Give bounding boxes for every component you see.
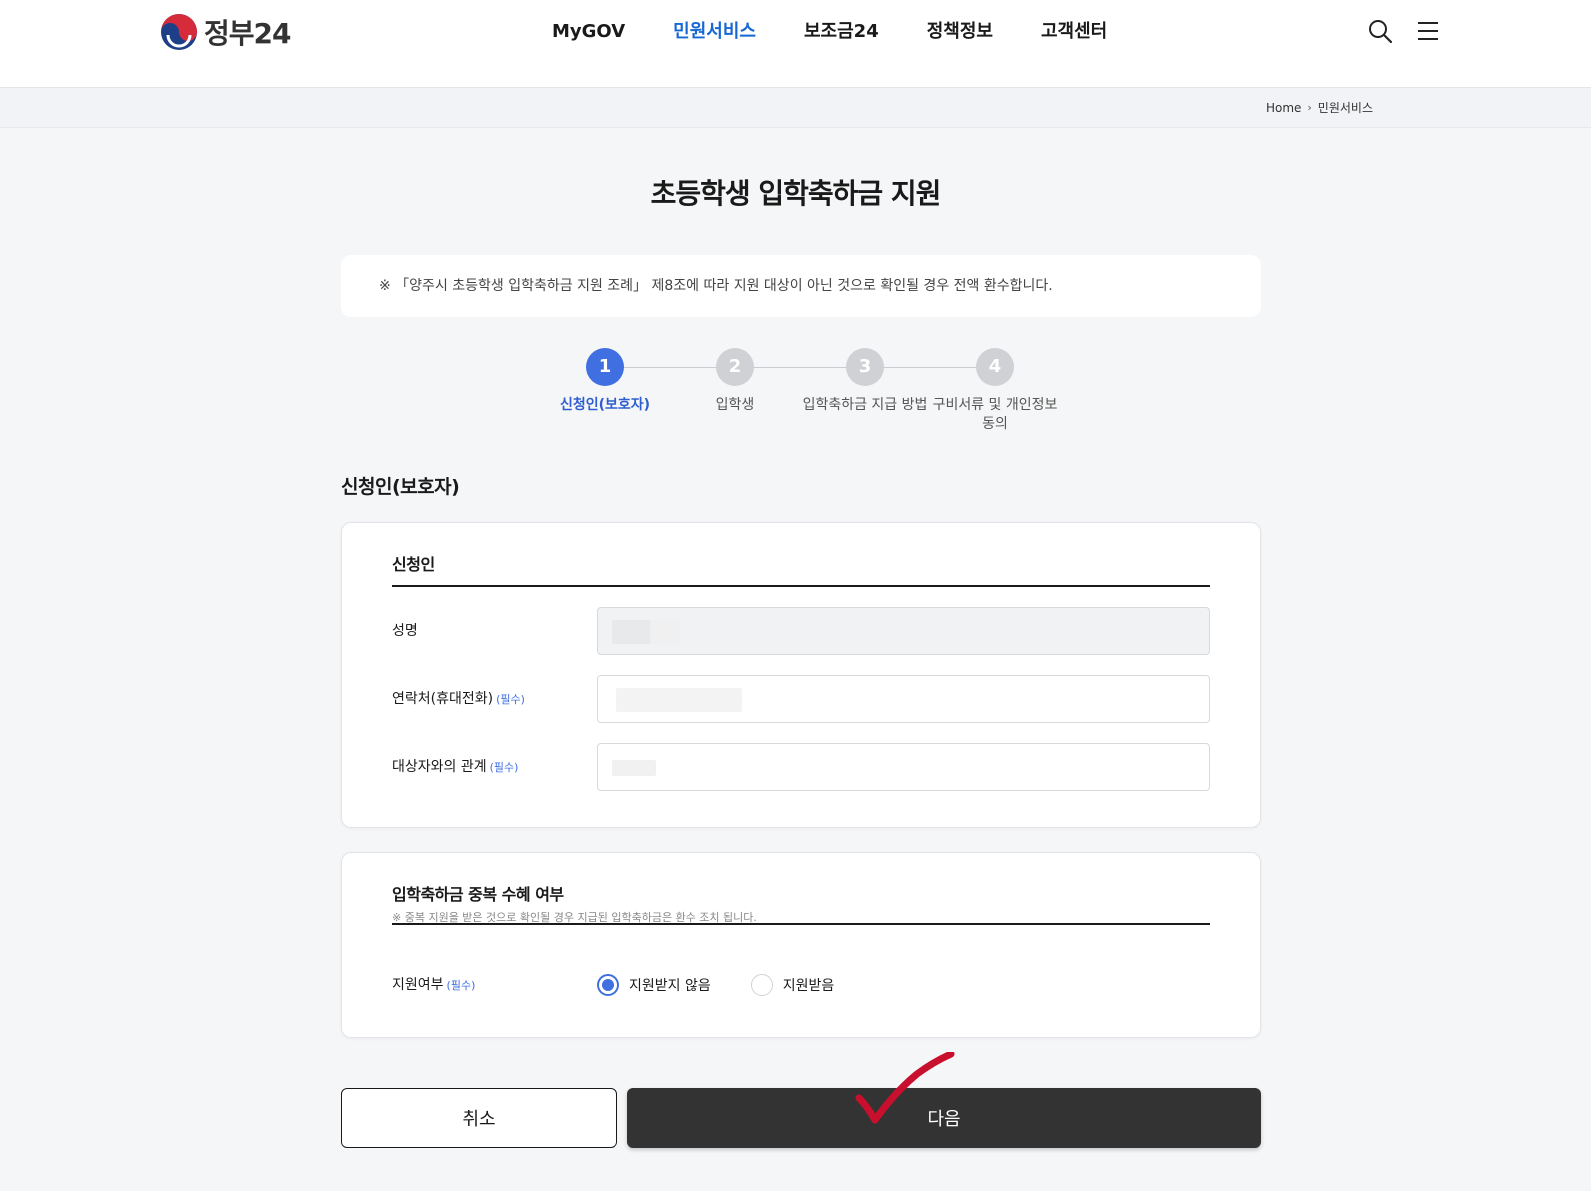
menu-icon[interactable] bbox=[1415, 18, 1441, 44]
step-number: 3 bbox=[846, 348, 884, 386]
name-label: 성명 bbox=[392, 623, 418, 639]
duplicate-card-title: 입학축하금 중복 수혜 여부 bbox=[392, 885, 564, 904]
step-label: 입학생 bbox=[715, 397, 755, 413]
radio-checked-icon[interactable] bbox=[597, 974, 619, 996]
cancel-button[interactable]: 취소 bbox=[341, 1088, 617, 1148]
step-3: 3 입학축하금 지급 방법 bbox=[800, 346, 930, 415]
name-row: 성명 bbox=[392, 607, 1210, 655]
step-label: 구비서류 및 개인정보 동의 bbox=[932, 397, 1058, 432]
duplicate-benefit-card: 입학축하금 중복 수혜 여부 ※ 중복 지원을 받은 것으로 확인될 경우 지급… bbox=[341, 852, 1261, 1038]
step-number: 4 bbox=[976, 348, 1014, 386]
radio-unchecked-icon[interactable] bbox=[750, 974, 773, 996]
masked-value bbox=[650, 620, 680, 644]
relation-input[interactable] bbox=[597, 743, 1210, 791]
header-actions bbox=[1367, 18, 1441, 44]
step-1: 1 신청인(보호자) bbox=[540, 346, 670, 415]
page-title: 초등학생 입학축하금 지원 bbox=[650, 177, 942, 210]
masked-value bbox=[612, 620, 650, 644]
relation-label: 대상자와의 관계 (필수) bbox=[392, 759, 519, 775]
site-header: 정부24 MyGOV 민원서비스 보조금24 정책정보 고객센터 bbox=[0, 0, 1591, 88]
nav-item-customer-center[interactable]: 고객센터 bbox=[1041, 18, 1107, 46]
nav-item-policy-info[interactable]: 정책정보 bbox=[927, 18, 993, 46]
step-4: 4 구비서류 및 개인정보 동의 bbox=[930, 346, 1060, 434]
nav-item-civil-service[interactable]: 민원서비스 bbox=[673, 18, 756, 46]
breadcrumb-bar: Home › 민원서비스 bbox=[0, 88, 1591, 128]
step-number: 2 bbox=[716, 348, 754, 386]
support-radio-group: 지원받지 않음 지원받음 bbox=[597, 961, 834, 1009]
next-button[interactable]: 다음 bbox=[627, 1088, 1261, 1148]
radio-label: 지원받지 않음 bbox=[629, 978, 711, 994]
radio-received[interactable]: 지원받음 bbox=[750, 974, 835, 996]
breadcrumb-home[interactable]: Home bbox=[1266, 101, 1301, 115]
step-2: 2 입학생 bbox=[670, 346, 800, 415]
step-number: 1 bbox=[586, 348, 624, 386]
progress-stepper: 1 신청인(보호자) 2 입학생 3 입학축하금 지급 방법 4 구비서류 및 … bbox=[540, 346, 1060, 436]
phone-label: 연락처(휴대전화) (필수) bbox=[392, 691, 525, 707]
relation-row: 대상자와의 관계 (필수) bbox=[392, 743, 1210, 791]
step-label: 입학축하금 지급 방법 bbox=[802, 397, 928, 413]
applicant-card: 신청인 성명 연락처(휴대전화) (필수) 대상자와의 관계 (필수) bbox=[341, 522, 1261, 828]
phone-input[interactable] bbox=[597, 675, 1210, 723]
breadcrumb-current[interactable]: 민원서비스 bbox=[1318, 99, 1373, 116]
masked-value bbox=[616, 688, 742, 712]
radio-label: 지원받음 bbox=[782, 978, 835, 994]
applicant-card-header: 신청인 bbox=[392, 551, 1210, 587]
support-label: 지원여부 (필수) bbox=[392, 977, 476, 993]
taegeuk-logo-icon bbox=[161, 14, 197, 50]
name-field[interactable] bbox=[597, 607, 1210, 655]
duplicate-card-note: ※ 중복 지원을 받은 것으로 확인될 경우 지급된 입학축하금은 환수 조치 … bbox=[392, 911, 757, 924]
breadcrumb: Home › 민원서비스 bbox=[1266, 99, 1373, 116]
duplicate-card-header: 입학축하금 중복 수혜 여부 ※ 중복 지원을 받은 것으로 확인될 경우 지급… bbox=[392, 881, 1210, 925]
chevron-right-icon: › bbox=[1307, 101, 1312, 114]
applicant-card-title: 신청인 bbox=[392, 555, 435, 574]
search-icon[interactable] bbox=[1367, 18, 1393, 44]
required-mark: (필수) bbox=[446, 979, 476, 992]
radio-not-received[interactable]: 지원받지 않음 bbox=[597, 974, 711, 996]
gov24-logo[interactable]: 정부24 bbox=[160, 12, 291, 52]
section-title: 신청인(보호자) bbox=[341, 476, 460, 498]
support-row: 지원여부 (필수) 지원받지 않음 지원받음 bbox=[392, 961, 1210, 1009]
main-nav: MyGOV 민원서비스 보조금24 정책정보 고객센터 bbox=[552, 18, 1155, 46]
notice-box: ※ 「양주시 초등학생 입학축하금 지원 조례」 제8조에 따라 지원 대상이 … bbox=[341, 255, 1261, 317]
logo-text: 정부24 bbox=[204, 17, 291, 50]
nav-item-subsidy24[interactable]: 보조금24 bbox=[804, 18, 879, 46]
nav-item-mygov[interactable]: MyGOV bbox=[552, 18, 625, 46]
required-mark: (필수) bbox=[489, 761, 519, 774]
step-label: 신청인(보호자) bbox=[559, 397, 651, 413]
masked-value bbox=[612, 760, 656, 776]
required-mark: (필수) bbox=[496, 693, 525, 706]
phone-row: 연락처(휴대전화) (필수) bbox=[392, 675, 1210, 723]
